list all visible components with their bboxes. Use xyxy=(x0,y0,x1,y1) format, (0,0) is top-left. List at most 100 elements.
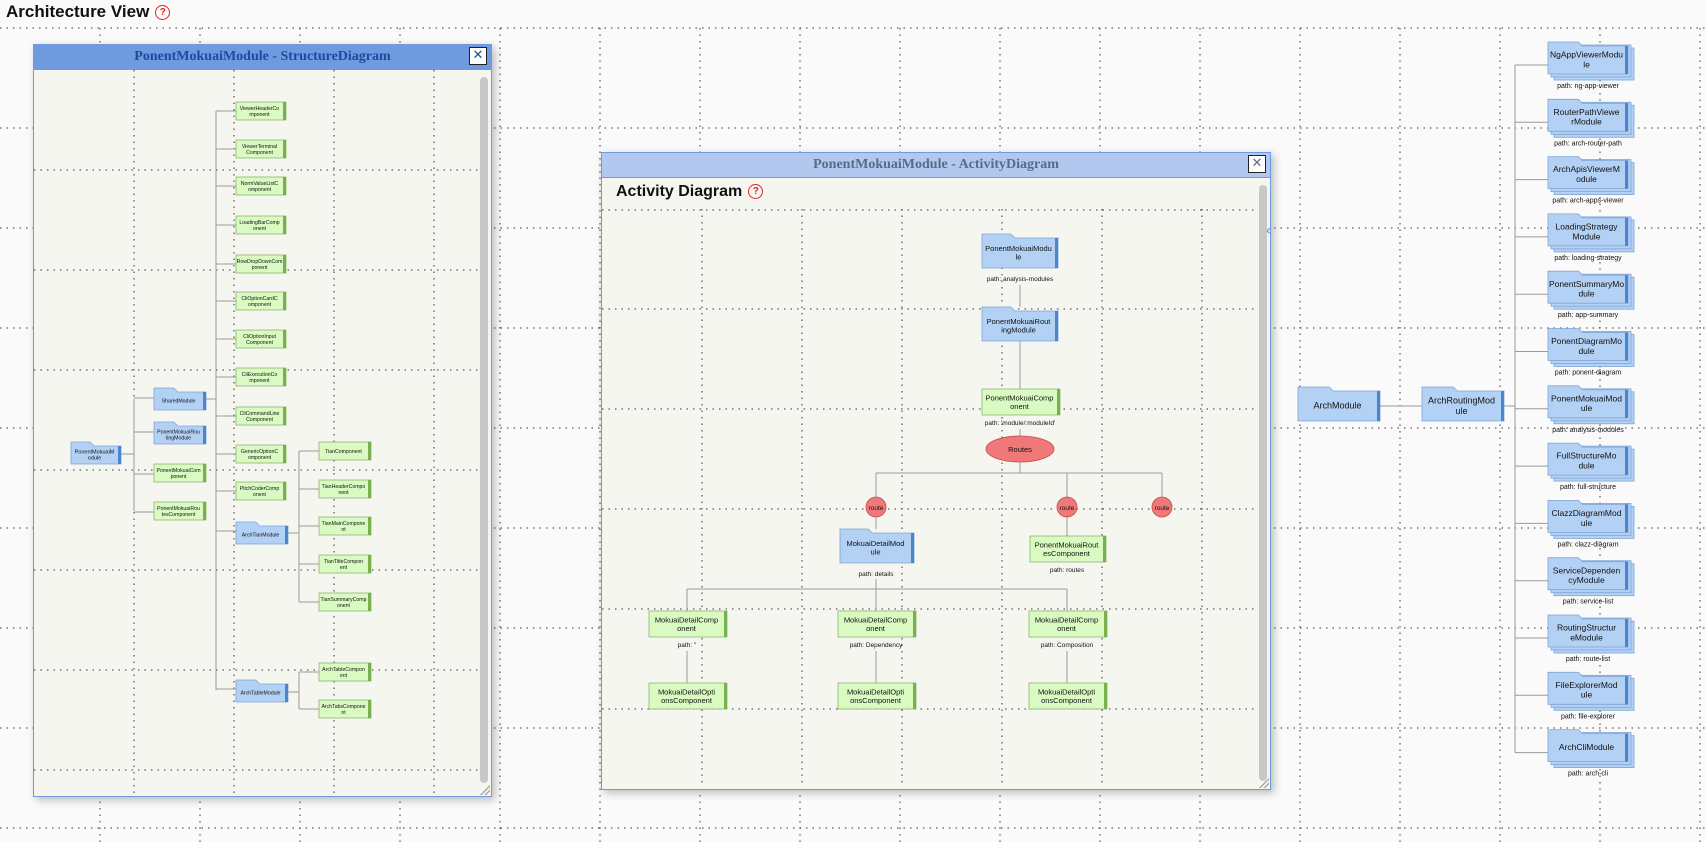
component-node: RowDropDownCom ponent xyxy=(235,254,287,274)
component-edge xyxy=(368,663,371,681)
arch-path-label: path: loading-strategy xyxy=(1554,255,1622,262)
component-node: CliCommandLine Component xyxy=(235,406,287,426)
component-edge xyxy=(283,216,286,234)
module-edge xyxy=(1625,733,1628,762)
module-edge xyxy=(1625,160,1628,189)
component-label: TianComponent xyxy=(325,449,362,455)
arch-path-label: path: clazz-diagram xyxy=(1557,541,1618,548)
module-node: ServiceDependen cyModule xyxy=(1547,557,1635,597)
module-node: ArchRoutingMod ule xyxy=(1421,386,1505,422)
component-node: TianComponent xyxy=(318,441,372,461)
module-edge xyxy=(1625,275,1628,304)
activity-title: Activity Diagram? xyxy=(616,183,764,201)
structure-window-header[interactable]: PonentMokuaiModule - StructureDiagram ✕ xyxy=(34,45,491,70)
arch-path-label: path: analysis-modules xyxy=(1552,427,1624,434)
component-node: ViewerHeaderCo mponent xyxy=(235,101,287,121)
module-edge xyxy=(1625,504,1628,533)
module-edge xyxy=(203,392,206,410)
arch-path-label: path: full-structure xyxy=(1560,484,1616,491)
module-node: MokuaiDetailMod ule xyxy=(839,528,915,564)
activity-diagram-window[interactable]: PonentMokuaiModule - ActivityDiagram ✕ A… xyxy=(601,152,1271,790)
component-node: ArchTableCompon ent xyxy=(318,662,372,682)
arch-path-label: path: arch-cli xyxy=(1568,771,1609,778)
module-label: ArchTableModule xyxy=(240,690,280,696)
module-node: RouterPathViewe rModule xyxy=(1547,98,1635,138)
component-edge xyxy=(368,480,371,498)
structure-close-button[interactable]: ✕ xyxy=(469,47,487,65)
component-edge xyxy=(283,445,286,463)
module-edge xyxy=(285,526,288,544)
component-node: PonentMokuaiComponent xyxy=(981,388,1061,416)
component-node: ArchTabsCompone nt xyxy=(318,699,372,719)
help-icon[interactable]: ? xyxy=(748,184,764,199)
route-label: route xyxy=(869,505,884,512)
component-label: MokuaiDetailOpti onsComponent xyxy=(1038,687,1095,705)
arch-path-label: path: ng-app-viewer xyxy=(1557,83,1620,90)
module-node: PonentMokuaiModule xyxy=(1547,385,1635,425)
component-edge xyxy=(368,700,371,718)
component-edge xyxy=(913,683,916,709)
component-edge xyxy=(1057,389,1060,415)
component-edge xyxy=(724,683,727,709)
arch-path-label: path: app-summary xyxy=(1558,312,1619,319)
activity-window-title: PonentMokuaiModule - ActivityDiagram xyxy=(813,157,1059,172)
component-node: TianSummaryComp onent xyxy=(318,592,372,612)
component-edge xyxy=(368,517,371,535)
activity-scrollbar[interactable] xyxy=(1259,185,1267,781)
activity-path-label: path: 'module/:moduleId' xyxy=(985,420,1055,427)
component-node: PitchCoderComp onent xyxy=(235,481,287,501)
component-node: CliOptionCardC omponent xyxy=(235,291,287,311)
module-edge xyxy=(1625,389,1628,418)
module-edge xyxy=(118,446,121,464)
module-edge xyxy=(1625,447,1628,476)
close-icon: ✕ xyxy=(1251,156,1263,171)
component-node: MokuaiDetailComp onent xyxy=(1028,610,1108,638)
structure-diagram-window[interactable]: PonentMokuaiModule - StructureDiagram ✕ … xyxy=(33,44,492,797)
structure-scrollbar[interactable] xyxy=(480,77,488,783)
module-node: ArchCliModule xyxy=(1547,729,1635,768)
module-edge xyxy=(1055,238,1058,268)
module-edge xyxy=(1625,561,1628,590)
module-node: ArchTianModule xyxy=(235,521,289,545)
component-node: PonentMokuaiRoutesComponent xyxy=(153,501,207,521)
module-node: PonentMokuaiRoutingModule xyxy=(981,306,1059,342)
activity-close-button[interactable]: ✕ xyxy=(1248,155,1266,173)
activity-path-label: path: Composition xyxy=(1041,642,1094,649)
arch-path-label: path: ponent-diagram xyxy=(1555,370,1622,377)
activity-path-label: path: analysis-modules xyxy=(987,276,1054,283)
module-node: PonentMokuaiRoutingModule xyxy=(153,421,207,445)
activity-window-header[interactable]: PonentMokuaiModule - ActivityDiagram ✕ xyxy=(602,153,1270,178)
component-label: CliOptionInput Component xyxy=(243,334,276,346)
module-label: ArchModule xyxy=(1313,401,1361,411)
module-node: FileExplorerMod ule xyxy=(1547,671,1635,711)
component-node: PonentMokuaiComponent xyxy=(153,463,207,483)
component-edge xyxy=(283,140,286,158)
activity-diagram-canvas[interactable]: PonentMokuaiModu le path: analysis-modules… xyxy=(602,209,1257,787)
activity-path-label: path: routes xyxy=(1050,567,1085,574)
component-node: NormValueListC omponent xyxy=(235,176,287,196)
routes-label: Routes xyxy=(1008,445,1032,454)
component-label: MokuaiDetailOpti onsComponent xyxy=(658,687,715,705)
module-edge xyxy=(1625,332,1628,361)
module-node: ArchTableModule xyxy=(235,679,289,703)
module-node: PonentDiagramMo dule xyxy=(1547,328,1635,367)
module-edge xyxy=(1055,311,1058,341)
route-label: route xyxy=(1060,505,1075,512)
component-edge xyxy=(913,611,916,637)
component-node: MokuaiDetailComp onent xyxy=(837,610,917,638)
module-node: NgAppViewerModu le xyxy=(1547,41,1635,81)
activity-resize-handle[interactable] xyxy=(1259,778,1269,788)
structure-diagram-canvas[interactable]: PonentMokuaiM odule SharedModule PonentMoku… xyxy=(34,70,479,794)
close-icon: ✕ xyxy=(472,48,484,63)
component-node: TianMainCompone nt xyxy=(318,516,372,536)
arch-path-label: path: arch-apps-viewer xyxy=(1552,198,1624,205)
module-edge xyxy=(1625,103,1628,132)
structure-resize-handle[interactable] xyxy=(480,785,490,795)
component-node: CliOptionInput Component xyxy=(235,329,287,349)
component-edge xyxy=(283,177,286,195)
arch-path-label: path: arch-router-path xyxy=(1554,140,1622,147)
activity-title-text: Activity Diagram xyxy=(616,183,743,200)
module-edge xyxy=(1625,619,1628,647)
component-label: ViewerTerminal Component xyxy=(242,144,277,156)
component-edge xyxy=(283,255,286,273)
